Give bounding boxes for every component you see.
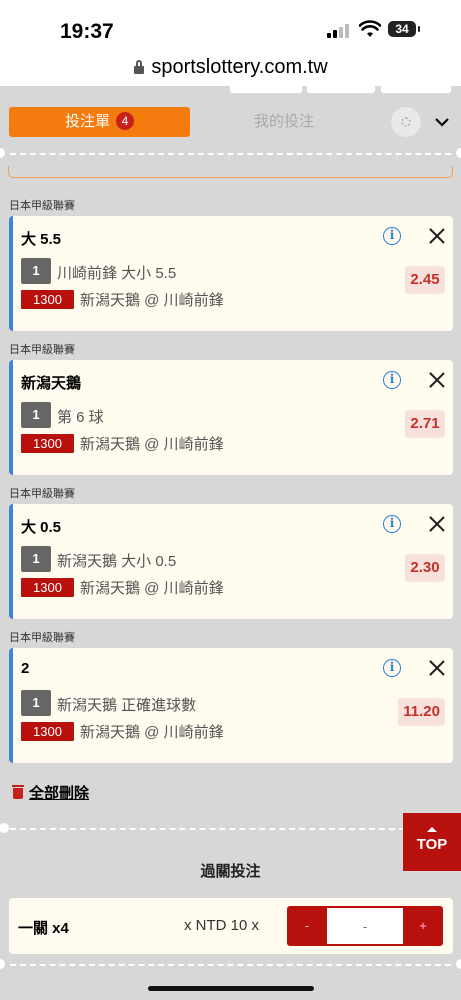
selection-title: 大 5.5 (21, 231, 62, 248)
selection-title: 新潟天鵝 (21, 375, 82, 392)
status-time: 19:37 (60, 20, 114, 43)
leg-number-badge: 1 (21, 258, 51, 284)
lock-icon (133, 60, 145, 74)
match-code-badge: 1300 (21, 722, 74, 741)
match-name: 新潟天鵝 @ 川崎前鋒 (80, 724, 224, 741)
collapsed-panel-edge (8, 166, 453, 178)
market-name: 第 6 球 (57, 409, 104, 426)
stake-input[interactable] (327, 908, 403, 944)
remove-bet-close-icon[interactable] (427, 226, 447, 246)
tab-betslip-label: 投注單 (64, 113, 110, 130)
match-name: 新潟天鵝 @ 川崎前鋒 (80, 580, 224, 597)
stake-stepper: - + (287, 906, 443, 946)
selection-title: 2 (21, 660, 30, 677)
ticket-divider (10, 828, 405, 830)
tab-my-bets[interactable]: 我的投注 (225, 107, 343, 137)
match-name: 新潟天鵝 @ 川崎前鋒 (80, 436, 224, 453)
trash-icon (12, 785, 24, 799)
bet-card[interactable]: 大 0.5 i 1 新潟天鵝 大小 0.5 1300 新潟天鵝 @ 川崎前鋒 2… (9, 504, 453, 619)
ticket-notch (0, 823, 9, 833)
ticket-notch (0, 959, 5, 969)
league-name: 日本甲級聯賽 (9, 632, 75, 644)
url-bar[interactable]: sportslottery.com.tw (0, 56, 461, 86)
match-code-badge: 1300 (21, 434, 74, 453)
home-indicator (148, 986, 314, 991)
selection-title: 大 0.5 (21, 519, 62, 536)
ticket-notch (456, 959, 461, 969)
odds-value: 11.20 (398, 698, 445, 726)
match-code-badge: 1300 (21, 578, 74, 597)
decrease-stake-button[interactable]: - (287, 906, 327, 946)
delete-all-button[interactable]: 全部刪除 (12, 782, 89, 803)
betslip-count-badge: 4 (116, 112, 134, 130)
info-icon[interactable]: i (383, 659, 401, 677)
ticket-notch (456, 148, 461, 158)
betslip-header: 投注單 4 我的投注 (0, 99, 461, 145)
info-icon[interactable]: i (383, 227, 401, 245)
league-name: 日本甲級聯賽 (9, 344, 75, 356)
stake-unit-label: x NTD 10 x (184, 917, 260, 934)
odds-value: 2.71 (405, 410, 445, 438)
match-code-badge: 1300 (21, 290, 74, 309)
background-tab (306, 86, 376, 94)
background-tab (229, 86, 303, 94)
chevron-down-icon[interactable] (432, 112, 452, 132)
parlay-section-title: 過關投注 (200, 863, 261, 880)
settings-gear-icon[interactable] (391, 107, 421, 137)
leg-number-badge: 1 (21, 546, 51, 572)
parlay-type-label: 一關 x4 (18, 920, 69, 937)
market-name: 川崎前鋒 大小 5.5 (57, 265, 177, 282)
bet-card[interactable]: 2 i 1 新潟天鵝 正確進球數 1300 新潟天鵝 @ 川崎前鋒 11.20 (9, 648, 453, 763)
remove-bet-close-icon[interactable] (427, 370, 447, 390)
bet-card[interactable]: 大 5.5 i 1 川崎前鋒 大小 5.5 1300 新潟天鵝 @ 川崎前鋒 2… (9, 216, 453, 331)
ticket-divider (10, 964, 451, 966)
ticket-divider (10, 153, 451, 155)
market-name: 新潟天鵝 正確進球數 (57, 697, 197, 714)
status-bar: 19:37 34 (0, 0, 461, 56)
remove-bet-close-icon[interactable] (427, 658, 447, 678)
arrow-up-icon (427, 827, 437, 832)
market-name: 新潟天鵝 大小 0.5 (57, 553, 177, 570)
delete-all-label: 全部刪除 (29, 785, 90, 802)
league-name: 日本甲級聯賽 (9, 488, 75, 500)
odds-value: 2.30 (405, 554, 445, 582)
info-icon[interactable]: i (383, 371, 401, 389)
tab-betslip[interactable]: 投注單 4 (9, 107, 190, 137)
league-name: 日本甲級聯賽 (9, 200, 75, 212)
bet-card[interactable]: 新潟天鵝 i 1 第 6 球 1300 新潟天鵝 @ 川崎前鋒 2.71 (9, 360, 453, 475)
leg-number-badge: 1 (21, 690, 51, 716)
info-icon[interactable]: i (383, 515, 401, 533)
battery-icon: 34 (388, 21, 420, 37)
increase-stake-button[interactable]: + (403, 906, 443, 946)
leg-number-badge: 1 (21, 402, 51, 428)
cellular-signal-icon (327, 24, 349, 38)
background-tab (380, 86, 452, 94)
scroll-to-top-label: TOP (416, 836, 448, 853)
odds-value: 2.45 (405, 266, 445, 294)
wifi-icon (359, 20, 381, 37)
match-name: 新潟天鵝 @ 川崎前鋒 (80, 292, 224, 309)
remove-bet-close-icon[interactable] (427, 514, 447, 534)
url-text: sportslottery.com.tw (151, 56, 328, 78)
ticket-notch (0, 148, 5, 158)
parlay-stake-row: 一關 x4 x NTD 10 x - + (9, 898, 453, 954)
